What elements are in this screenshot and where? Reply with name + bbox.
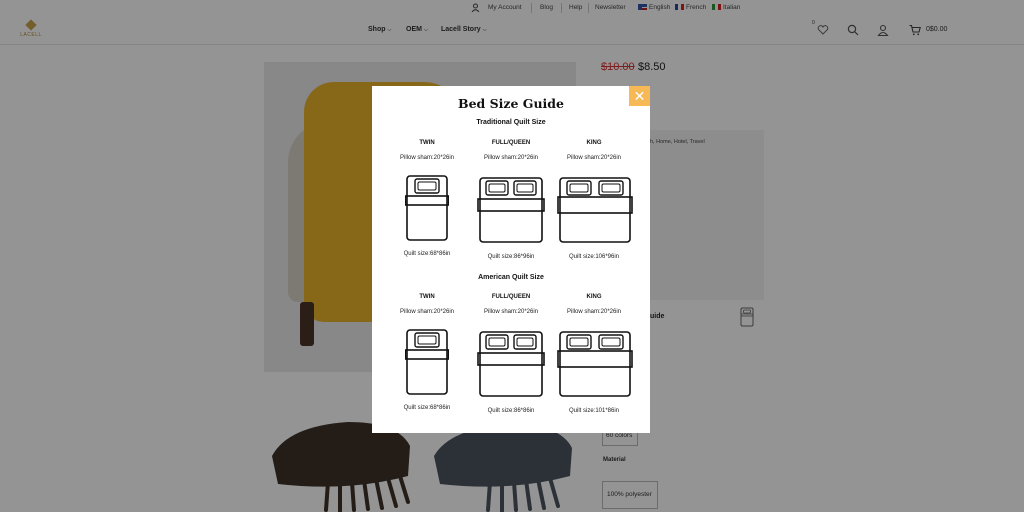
- size-column-twin: TWIN Pillow sham:20*26in Quilt size:68*8…: [381, 294, 473, 424]
- close-icon: ✕: [633, 88, 646, 104]
- quilt-size: Quilt size:68*86in: [403, 405, 451, 411]
- size-column-full-queen: FULL/QUEEN Pillow sham:20*26in Quilt siz…: [465, 140, 557, 270]
- size-name: FULL/QUEEN: [491, 140, 531, 146]
- section-title-traditional: Traditional Quilt Size: [476, 119, 546, 126]
- quilt-size: Quilt size:86*86in: [487, 408, 535, 414]
- king-bed-icon: [557, 177, 633, 243]
- section-title-american: American Quilt Size: [478, 274, 544, 281]
- size-name: TWIN: [419, 294, 435, 300]
- pillow-sham-size: Pillow sham:20*26in: [399, 155, 455, 161]
- pillow-sham-size: Pillow sham:20*26in: [566, 155, 622, 161]
- quilt-size: Quilt size:68*86in: [403, 251, 451, 257]
- size-column-king: KING Pillow sham:20*26in Quilt size:101*…: [548, 294, 640, 424]
- bed-size-guide-modal: Bed Size Guide Traditional Quilt Size TW…: [372, 86, 650, 433]
- pillow-sham-size: Pillow sham:20*26in: [483, 155, 539, 161]
- size-name: FULL/QUEEN: [491, 294, 531, 300]
- quilt-size: Quilt size:86*96in: [487, 254, 535, 260]
- size-name: KING: [586, 294, 602, 300]
- pillow-sham-size: Pillow sham:20*26in: [483, 309, 539, 315]
- size-column-twin: TWIN Pillow sham:20*26in Quilt size:68*8…: [381, 140, 473, 270]
- size-column-king: KING Pillow sham:20*26in Quilt size:106*…: [548, 140, 640, 270]
- close-button[interactable]: ✕: [629, 86, 650, 106]
- pillow-sham-size: Pillow sham:20*26in: [566, 309, 622, 315]
- size-column-full-queen: FULL/QUEEN Pillow sham:20*26in Quilt siz…: [465, 294, 557, 424]
- twin-bed-icon: [405, 329, 449, 395]
- pillow-sham-size: Pillow sham:20*26in: [399, 309, 455, 315]
- size-name: TWIN: [419, 140, 435, 146]
- full-queen-bed-icon: [477, 331, 545, 397]
- king-bed-icon: [557, 331, 633, 397]
- modal-title: Bed Size Guide: [458, 96, 564, 111]
- quilt-size: Quilt size:106*96in: [568, 254, 620, 260]
- full-queen-bed-icon: [477, 177, 545, 243]
- twin-bed-icon: [405, 175, 449, 241]
- quilt-size: Quilt size:101*86in: [568, 408, 620, 414]
- size-name: KING: [586, 140, 602, 146]
